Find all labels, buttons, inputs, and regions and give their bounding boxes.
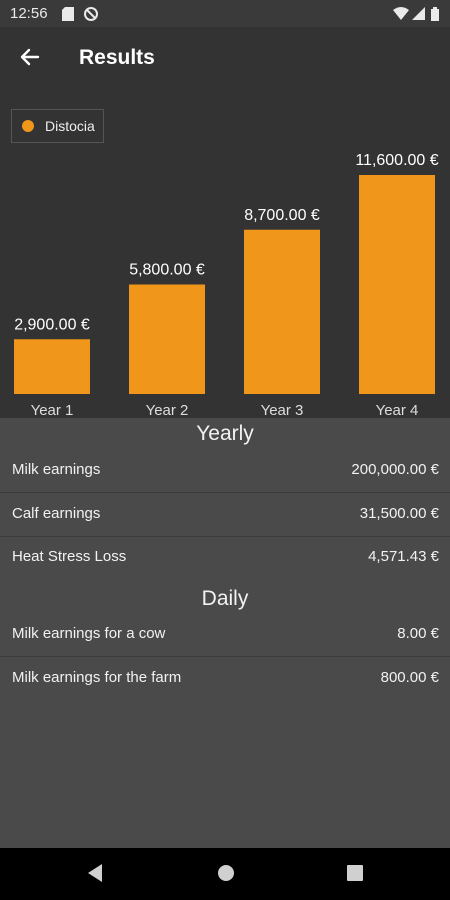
bar-value-label: 5,800.00 €: [129, 262, 205, 279]
daily-row-milk-farm: Milk earnings for the farm 800.00 €: [0, 657, 450, 700]
system-nav-bar: [0, 848, 450, 900]
row-label: Milk earnings for a cow: [12, 625, 166, 642]
chart-bar: [359, 175, 435, 394]
wifi-icon: [393, 7, 409, 20]
x-tick-label: Year 2: [146, 402, 189, 418]
yearly-row-milk-earnings: Milk earnings 200,000.00 €: [0, 449, 450, 493]
status-bar: 12:56: [0, 0, 450, 27]
row-value: 8.00 €: [397, 625, 439, 642]
daily-title: Daily: [201, 587, 249, 610]
row-value: 31,500.00 €: [359, 505, 439, 522]
row-label: Milk earnings for the farm: [12, 669, 182, 686]
bar-value-label: 11,600.00 €: [355, 152, 438, 169]
row-value: 800.00 €: [380, 669, 439, 686]
yearly-row-calf-earnings: Calf earnings 31,500.00 €: [0, 493, 450, 537]
daily-row-milk-cow: Milk earnings for a cow 8.00 €: [0, 613, 450, 657]
battery-icon: [431, 7, 439, 21]
chart-bar: [14, 339, 90, 394]
x-tick-label: Year 3: [261, 402, 304, 418]
x-tick-label: Year 1: [31, 402, 74, 418]
row-label: Calf earnings: [12, 505, 101, 522]
chart-bar: [129, 284, 205, 394]
app-bar: Results: [0, 27, 450, 91]
yearly-row-heat-stress-loss: Heat Stress Loss 4,571.43 €: [0, 536, 450, 579]
page-title: Results: [79, 46, 155, 69]
back-arrow-icon[interactable]: [14, 41, 46, 73]
row-value: 200,000.00 €: [351, 461, 439, 478]
row-label: Milk earnings: [12, 461, 101, 478]
row-label: Heat Stress Loss: [12, 548, 127, 565]
yearly-title: Yearly: [196, 422, 254, 445]
status-time: 12:56: [10, 5, 48, 22]
bar-value-label: 2,900.00 €: [14, 316, 90, 333]
bar-chart: Distocia 2,900.00 € Year 1 5,800.00 € Year …: [0, 91, 450, 418]
row-value: 4,571.43 €: [368, 548, 439, 565]
recents-square-icon[interactable]: [346, 863, 364, 883]
no-data-icon: [84, 7, 98, 21]
bar-value-label: 8,700.00 €: [244, 207, 320, 224]
back-triangle-icon[interactable]: [86, 863, 104, 883]
x-tick-label: Year 4: [376, 402, 419, 418]
chart-bar: [244, 229, 320, 394]
home-circle-icon[interactable]: [217, 863, 235, 883]
signal-icon: [412, 7, 425, 20]
sd-card-icon: [62, 7, 74, 21]
chart-svg: 2,900.00 € Year 1 5,800.00 € Year 2 8,700.00…: [14, 152, 439, 418]
